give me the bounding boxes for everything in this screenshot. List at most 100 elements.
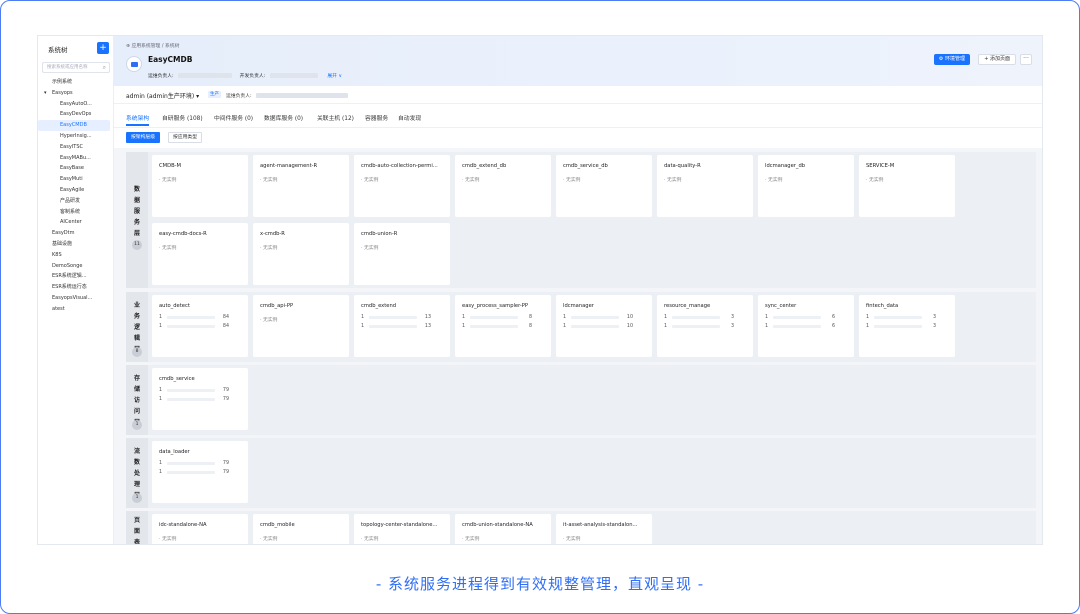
sidebar-item-label: EasyAgile bbox=[60, 186, 85, 193]
sidebar-item[interactable]: EasyopsVisual... bbox=[38, 293, 114, 304]
instance-row: 1 13 bbox=[361, 323, 445, 330]
sidebar-item-label: EasyopsVisual... bbox=[52, 294, 93, 301]
instance-count: 1 bbox=[462, 324, 466, 329]
instance-bar bbox=[470, 325, 518, 328]
sidebar-item-label: EasyAutoO... bbox=[60, 100, 92, 107]
instance-value: 79 bbox=[222, 397, 229, 402]
sidebar-item[interactable]: ESR系统逻辑... bbox=[38, 271, 114, 282]
sidebar-item[interactable]: 产品研发 bbox=[38, 196, 114, 207]
service-card[interactable]: data-quality-R · 无实例 bbox=[657, 155, 753, 217]
tab[interactable]: 数据库服务 (0) bbox=[264, 113, 303, 122]
service-card[interactable]: it-asset-analysis-standalon... · 无实例 bbox=[556, 514, 652, 544]
instance-count: 1 bbox=[159, 388, 163, 393]
service-card[interactable]: cmdb_service_db · 无实例 bbox=[556, 155, 652, 217]
caret-down-icon[interactable]: ▾ bbox=[44, 88, 47, 99]
layer-label: 业 务 逻 辑 层8 bbox=[126, 292, 148, 362]
service-card[interactable]: sync_center 1 6 1 6 bbox=[758, 295, 854, 357]
search-input[interactable]: 搜索系统或应用名称 ⌕ bbox=[42, 62, 110, 73]
expand-link[interactable]: 展开 ∨ bbox=[327, 72, 342, 79]
service-card[interactable]: cmdb-union-standalone-NA · 无实例 bbox=[455, 514, 551, 544]
env-ops-value bbox=[256, 93, 349, 98]
service-card[interactable]: easy-cmdb-docs-R · 无实例 bbox=[152, 223, 248, 285]
sidebar-item[interactable]: ESR系统运行态 bbox=[38, 282, 114, 293]
service-card[interactable]: cmdb_service 1 79 1 79 bbox=[152, 368, 248, 430]
no-instance-text: · 无实例 bbox=[866, 178, 884, 183]
service-card[interactable]: cmdb-union-R · 无实例 bbox=[354, 223, 450, 285]
sidebar-item-label: EasyMuti bbox=[60, 176, 83, 183]
instance-bar bbox=[672, 325, 720, 328]
service-card[interactable]: idc-standalone-NA · 无实例 bbox=[152, 514, 248, 544]
sidebar-item[interactable]: 示例系统 bbox=[38, 77, 114, 88]
sidebar-item[interactable]: EasyDtm bbox=[38, 228, 114, 239]
instance-value: 79 bbox=[222, 388, 229, 393]
sidebar-item[interactable]: atest bbox=[38, 304, 114, 315]
service-name: cmdb_mobile bbox=[260, 522, 295, 528]
tab[interactable]: 中间件服务 (0) bbox=[214, 113, 253, 122]
service-card[interactable]: cmdb_mobile · 无实例 bbox=[253, 514, 349, 544]
tab[interactable]: 自动发现 bbox=[398, 113, 421, 122]
sidebar-item[interactable]: DemoSonge bbox=[38, 261, 114, 272]
service-card[interactable]: data_loader 1 79 1 79 bbox=[152, 441, 248, 503]
instance-count: 1 bbox=[664, 324, 668, 329]
service-card[interactable]: fintech_data 1 3 1 3 bbox=[859, 295, 955, 357]
sidebar-item[interactable]: AICenter bbox=[38, 217, 114, 228]
service-card[interactable]: cmdb-auto-collection-permi... · 无实例 bbox=[354, 155, 450, 217]
tab[interactable]: 自研服务 (108) bbox=[162, 113, 203, 122]
tab[interactable]: 系统架构 bbox=[126, 113, 150, 126]
sidebar-item-label: EasyDevOps bbox=[60, 111, 92, 118]
instance-value: 3 bbox=[730, 315, 734, 320]
service-card[interactable]: cmdb_api-PP · 无实例 bbox=[253, 295, 349, 357]
service-card[interactable]: cmdb_extend 1 13 1 13 bbox=[354, 295, 450, 357]
owners-line: 运维负责人: 开发负责人: 展开 ∨ bbox=[148, 72, 342, 79]
sidebar-item[interactable]: EasyITSC bbox=[38, 142, 114, 153]
env-selector[interactable]: admin (admin生产环境) ▾ bbox=[126, 91, 199, 100]
service-card[interactable]: x-cmdb-R · 无实例 bbox=[253, 223, 349, 285]
service-name: data-quality-R bbox=[664, 163, 701, 169]
breadcrumb[interactable]: ⊕ 应用系统管理 / 系统树 bbox=[126, 42, 179, 49]
main-panel: ⊕ 应用系统管理 / 系统树 EasyCMDB 运维负责人: 开发负责人: 展开… bbox=[114, 36, 1042, 544]
sidebar-item[interactable]: EasyAutoO... bbox=[38, 99, 114, 110]
service-name: easy_process_sampler-PP bbox=[462, 303, 529, 309]
sidebar-item-label: EasyDtm bbox=[52, 230, 75, 237]
sidebar-item[interactable]: EasyAgile bbox=[38, 185, 114, 196]
instance-count: 1 bbox=[159, 461, 163, 466]
service-card[interactable]: ldcmanager_db · 无实例 bbox=[758, 155, 854, 217]
service-card[interactable]: easy_process_sampler-PP 1 8 1 8 bbox=[455, 295, 551, 357]
view-button[interactable]: 按应用类型 bbox=[168, 132, 202, 143]
service-name: resource_manage bbox=[664, 303, 711, 309]
service-card[interactable]: SERVICE-M · 无实例 bbox=[859, 155, 955, 217]
sidebar-item[interactable]: EasyMuti bbox=[38, 174, 114, 185]
service-card[interactable]: auto_detect 1 84 1 84 bbox=[152, 295, 248, 357]
sidebar-item[interactable]: EasyMABu... bbox=[38, 153, 114, 164]
service-card[interactable]: CMDB-M · 无实例 bbox=[152, 155, 248, 217]
service-card[interactable]: topology-center-standalone... · 无实例 bbox=[354, 514, 450, 544]
instance-count: 1 bbox=[159, 470, 163, 475]
service-card[interactable]: agent-management-R · 无实例 bbox=[253, 155, 349, 217]
sidebar-item[interactable]: EasyBase bbox=[38, 163, 114, 174]
sidebar-item[interactable]: EasyCMDB bbox=[38, 120, 110, 131]
more-icon[interactable]: ··· bbox=[1020, 54, 1032, 65]
sidebar-item[interactable]: 基础设施 bbox=[38, 239, 114, 250]
sidebar-item[interactable]: 客制系统 bbox=[38, 207, 114, 218]
add-page-button[interactable]: + 添加页面 bbox=[978, 54, 1016, 65]
service-card[interactable]: ldcmanager 1 10 1 10 bbox=[556, 295, 652, 357]
sidebar-item[interactable]: EasyDevOps bbox=[38, 109, 114, 120]
instance-count: 1 bbox=[159, 397, 163, 402]
sidebar-item[interactable]: K8S bbox=[38, 250, 114, 261]
sidebar-item[interactable]: ▾ Easyops bbox=[38, 88, 114, 99]
env-manage-button[interactable]: ⚙ 环境管理 bbox=[933, 54, 970, 65]
instance-bar bbox=[167, 325, 215, 328]
view-button[interactable]: 按架构层级 bbox=[126, 132, 160, 143]
sidebar-item-label: 示例系统 bbox=[52, 79, 73, 85]
service-card[interactable]: resource_manage 1 3 1 3 bbox=[657, 295, 753, 357]
service-card[interactable]: cmdb_extend_db · 无实例 bbox=[455, 155, 551, 217]
instance-value: 8 bbox=[528, 315, 532, 320]
app-icon bbox=[126, 56, 142, 72]
tab[interactable]: 容器服务 bbox=[365, 113, 388, 122]
sidebar-item[interactable]: HyperInsig... bbox=[38, 131, 114, 142]
service-name: fintech_data bbox=[866, 303, 899, 309]
instance-count: 1 bbox=[361, 324, 365, 329]
layer-label: 页 面 表 示 bbox=[126, 511, 148, 544]
add-system-button[interactable]: + bbox=[97, 42, 109, 54]
tab[interactable]: 关联主机 (12) bbox=[317, 113, 354, 122]
